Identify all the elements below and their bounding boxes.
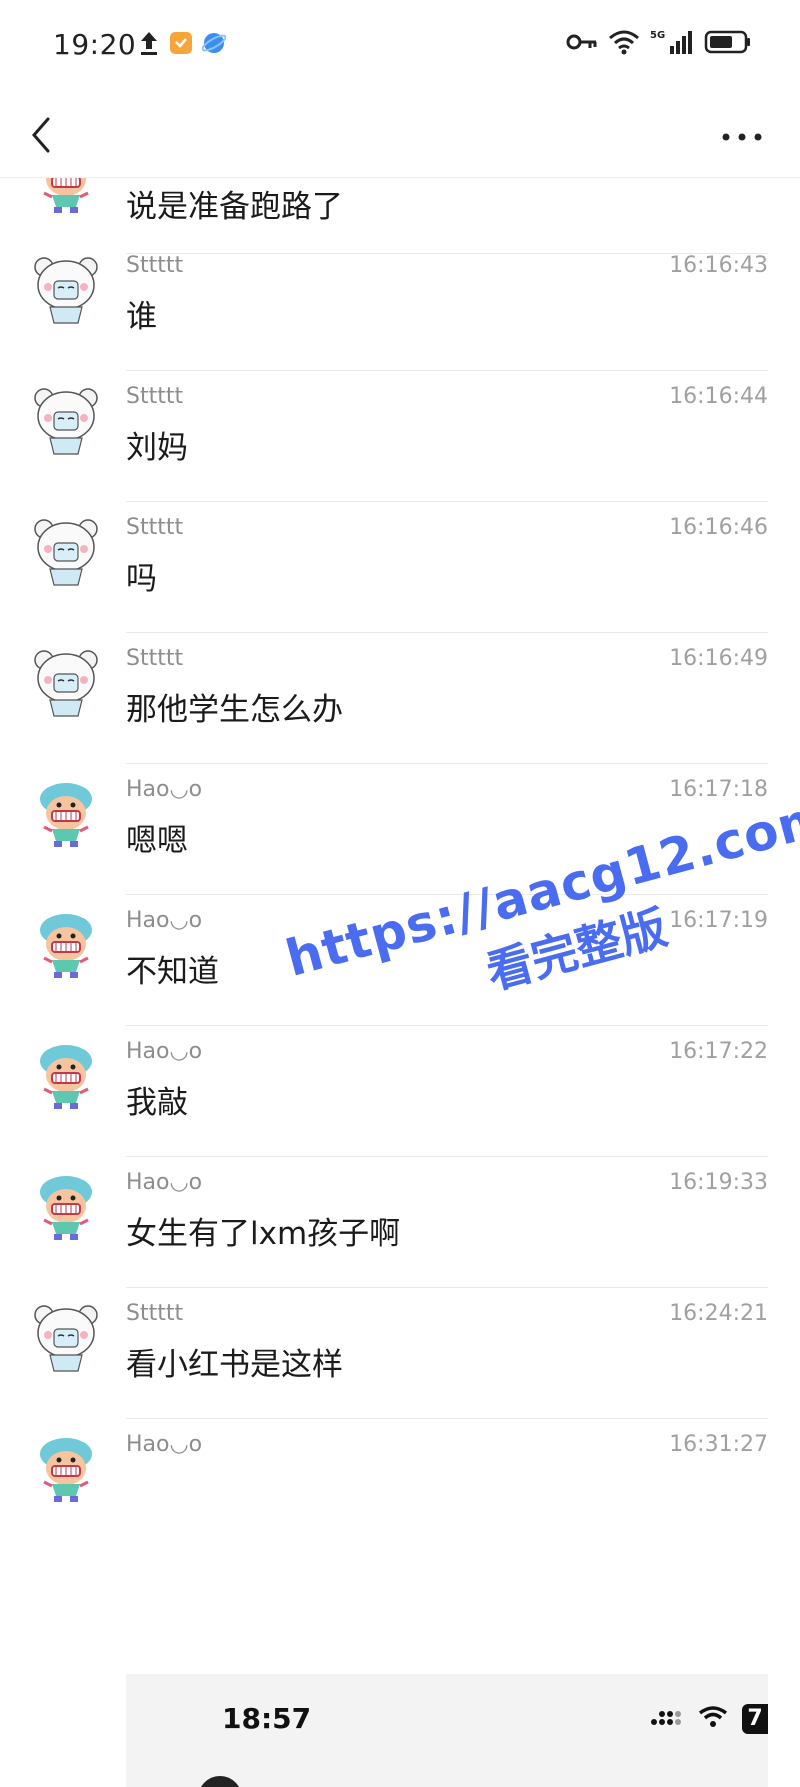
divider bbox=[126, 1025, 768, 1026]
colorful-cartoon-avatar[interactable] bbox=[30, 908, 102, 980]
divider bbox=[126, 763, 768, 764]
sender-name: Hao◡o bbox=[126, 777, 203, 802]
message-time: 16:17:18 bbox=[669, 777, 768, 802]
message-time: 16:16:46 bbox=[669, 515, 768, 540]
message-text: 刘妈 bbox=[126, 430, 188, 466]
embedded-avatar bbox=[198, 1776, 242, 1787]
image-message[interactable]: 18:57 7 bbox=[126, 1674, 768, 1787]
browser-icon bbox=[201, 31, 227, 59]
message-text: 女生有了lxm孩子啊 bbox=[126, 1216, 401, 1252]
embedded-wifi-icon bbox=[698, 1705, 728, 1733]
divider bbox=[126, 370, 768, 371]
key-icon bbox=[566, 32, 598, 56]
message-time: 16:17:19 bbox=[669, 908, 768, 933]
sender-name: Sttttt bbox=[126, 515, 184, 540]
signal-icon: 5G bbox=[650, 28, 694, 60]
embedded-battery-icon: 7 bbox=[742, 1704, 768, 1734]
sender-name: Sttttt bbox=[126, 646, 184, 671]
app-notification-icon bbox=[169, 31, 193, 59]
message-text: 嗯嗯 bbox=[126, 823, 188, 859]
sender-name: Hao◡o bbox=[126, 1432, 203, 1457]
message-text: 谁 bbox=[126, 299, 157, 335]
message-time: 16:31:27 bbox=[669, 1432, 768, 1457]
status-bar: 19:20 5G bbox=[0, 0, 800, 95]
divider bbox=[126, 632, 768, 633]
battery-icon bbox=[704, 29, 752, 59]
colorful-cartoon-avatar[interactable] bbox=[30, 1039, 102, 1111]
message-time: 16:16:43 bbox=[669, 253, 768, 278]
message-time: 16:24:21 bbox=[669, 1301, 768, 1326]
sender-name: Sttttt bbox=[126, 384, 184, 409]
message-time: 16:19:33 bbox=[669, 1170, 768, 1195]
upload-arrow-icon bbox=[138, 30, 160, 60]
embedded-time: 18:57 bbox=[222, 1702, 312, 1735]
colorful-cartoon-avatar[interactable] bbox=[30, 1432, 102, 1504]
chat-list[interactable]: 说是准备跑路了 Sttttt 16:16:43 谁 Sttttt 16:16:44 刘妈 St… bbox=[0, 177, 800, 1787]
colorful-cartoon-avatar[interactable] bbox=[30, 177, 102, 215]
message-time: 16:17:22 bbox=[669, 1039, 768, 1064]
more-button[interactable] bbox=[718, 119, 766, 155]
wifi-icon bbox=[608, 29, 640, 59]
colorful-cartoon-avatar[interactable] bbox=[30, 777, 102, 849]
divider bbox=[126, 1156, 768, 1157]
message-text: 不知道 bbox=[126, 954, 219, 990]
sender-name: Hao◡o bbox=[126, 908, 203, 933]
message-text: 那他学生怎么办 bbox=[126, 692, 343, 728]
white-bear-avatar[interactable] bbox=[30, 253, 102, 325]
sender-name: Sttttt bbox=[126, 253, 184, 278]
message-text: 看小红书是这样 bbox=[126, 1347, 343, 1383]
embedded-signal-icon bbox=[650, 1706, 684, 1732]
sender-name: Hao◡o bbox=[126, 1170, 203, 1195]
network-label: 5G bbox=[650, 30, 665, 41]
message-text: 吗 bbox=[126, 561, 157, 597]
message-time: 16:16:49 bbox=[669, 646, 768, 671]
back-button[interactable] bbox=[24, 109, 64, 161]
message-text: 我敲 bbox=[126, 1085, 188, 1121]
divider bbox=[126, 1287, 768, 1288]
nav-bar bbox=[0, 95, 800, 178]
message-text: 说是准备跑路了 bbox=[126, 189, 343, 225]
divider bbox=[126, 501, 768, 502]
chevron-left-icon bbox=[32, 117, 50, 153]
divider bbox=[126, 1418, 768, 1419]
white-bear-avatar[interactable] bbox=[30, 1301, 102, 1373]
sender-name: Hao◡o bbox=[126, 1039, 203, 1064]
more-dots-icon bbox=[722, 133, 762, 141]
message-time: 16:16:44 bbox=[669, 384, 768, 409]
colorful-cartoon-avatar[interactable] bbox=[30, 1170, 102, 1242]
white-bear-avatar[interactable] bbox=[30, 384, 102, 456]
sender-name: Sttttt bbox=[126, 1301, 184, 1326]
white-bear-avatar[interactable] bbox=[30, 646, 102, 718]
divider bbox=[126, 894, 768, 895]
status-time: 19:20 bbox=[53, 28, 137, 61]
white-bear-avatar[interactable] bbox=[30, 515, 102, 587]
